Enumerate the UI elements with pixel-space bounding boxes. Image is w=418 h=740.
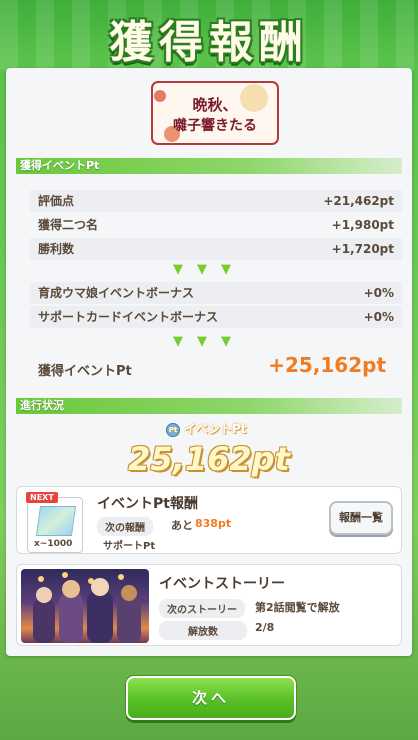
- rewards-panel: 晩秋、 囃子響きたる 獲得イベントPt 評価点 +21,462pt 獲得二つ名 …: [6, 68, 412, 656]
- earned-pt-header: 獲得イベントPt: [16, 158, 402, 174]
- bonus-row-trainee: 育成ウマ娘イベントボーナス +0%: [30, 282, 402, 304]
- pt-coin-icon: Pt: [166, 422, 180, 437]
- row-value: +0%: [363, 286, 394, 300]
- event-pt-reward-card: NEXT x~1000 イベントPt報酬 次の報酬 あと 838pt サポートP…: [16, 486, 402, 554]
- progress-header: 進行状況: [16, 398, 402, 414]
- arrow-down-icons: ▼▼▼: [173, 334, 245, 349]
- row-label: 勝利数: [38, 242, 75, 256]
- reward-qty: x~1000: [34, 539, 73, 549]
- event-story-card[interactable]: イベントストーリー 次のストーリー 第2話閲覧で解放 解放数 2/8: [16, 564, 402, 646]
- story-thumbnail: [21, 569, 149, 643]
- earned-row-title: 獲得二つ名 +1,980pt: [30, 214, 402, 236]
- event-pt-label: イベントPt: [184, 422, 247, 436]
- event-pt-total: 25,162pt: [128, 440, 290, 478]
- earned-row-wins: 勝利数 +1,720pt: [30, 238, 402, 260]
- event-pt-badge: Pt イベントPt: [166, 420, 247, 437]
- bonus-row-support: サポートカードイベントボーナス +0%: [30, 306, 402, 328]
- story-card-title: イベントストーリー: [159, 576, 285, 592]
- unlocked-tag: 解放数: [159, 621, 247, 640]
- row-label: サポートカードイベントボーナス: [38, 310, 219, 324]
- total-value: +25,162pt: [268, 353, 386, 377]
- row-label: 評価点: [38, 194, 75, 208]
- row-value: +0%: [363, 310, 394, 324]
- next-badge: NEXT: [26, 492, 58, 503]
- reward-list-button[interactable]: 報酬一覧: [329, 501, 393, 535]
- next-story-tag: 次のストーリー: [159, 599, 245, 618]
- next-story-value: 第2話閲覧で解放: [255, 601, 340, 614]
- event-logo-line1: 晩秋、: [192, 96, 237, 114]
- row-value: +1,980pt: [331, 218, 394, 232]
- remaining-pt: 838pt: [195, 517, 232, 530]
- unlocked-count: 2/8: [255, 621, 275, 634]
- ticket-icon: [35, 506, 77, 536]
- page-title: 獲得報酬: [109, 17, 309, 68]
- remaining-prefix: あと: [171, 519, 193, 532]
- earned-row-rating: 評価点 +21,462pt: [30, 190, 402, 212]
- reward-card-title: イベントPt報酬: [97, 496, 198, 512]
- event-logo: 晩秋、 囃子響きたる: [151, 81, 279, 145]
- row-label: 育成ウマ娘イベントボーナス: [38, 286, 195, 300]
- next-button[interactable]: 次へ: [126, 676, 296, 720]
- row-label: 獲得二つ名: [38, 218, 99, 232]
- event-logo-line2: 囃子響きたる: [173, 117, 257, 134]
- row-value: +1,720pt: [331, 242, 394, 256]
- next-reward-tag: 次の報酬: [97, 517, 153, 536]
- total-label: 獲得イベントPt: [38, 364, 132, 379]
- arrow-down-icons: ▼▼▼: [173, 262, 245, 277]
- reward-item-icon: NEXT x~1000: [26, 492, 83, 553]
- row-value: +21,462pt: [323, 194, 394, 208]
- reward-name: サポートPt: [103, 541, 156, 552]
